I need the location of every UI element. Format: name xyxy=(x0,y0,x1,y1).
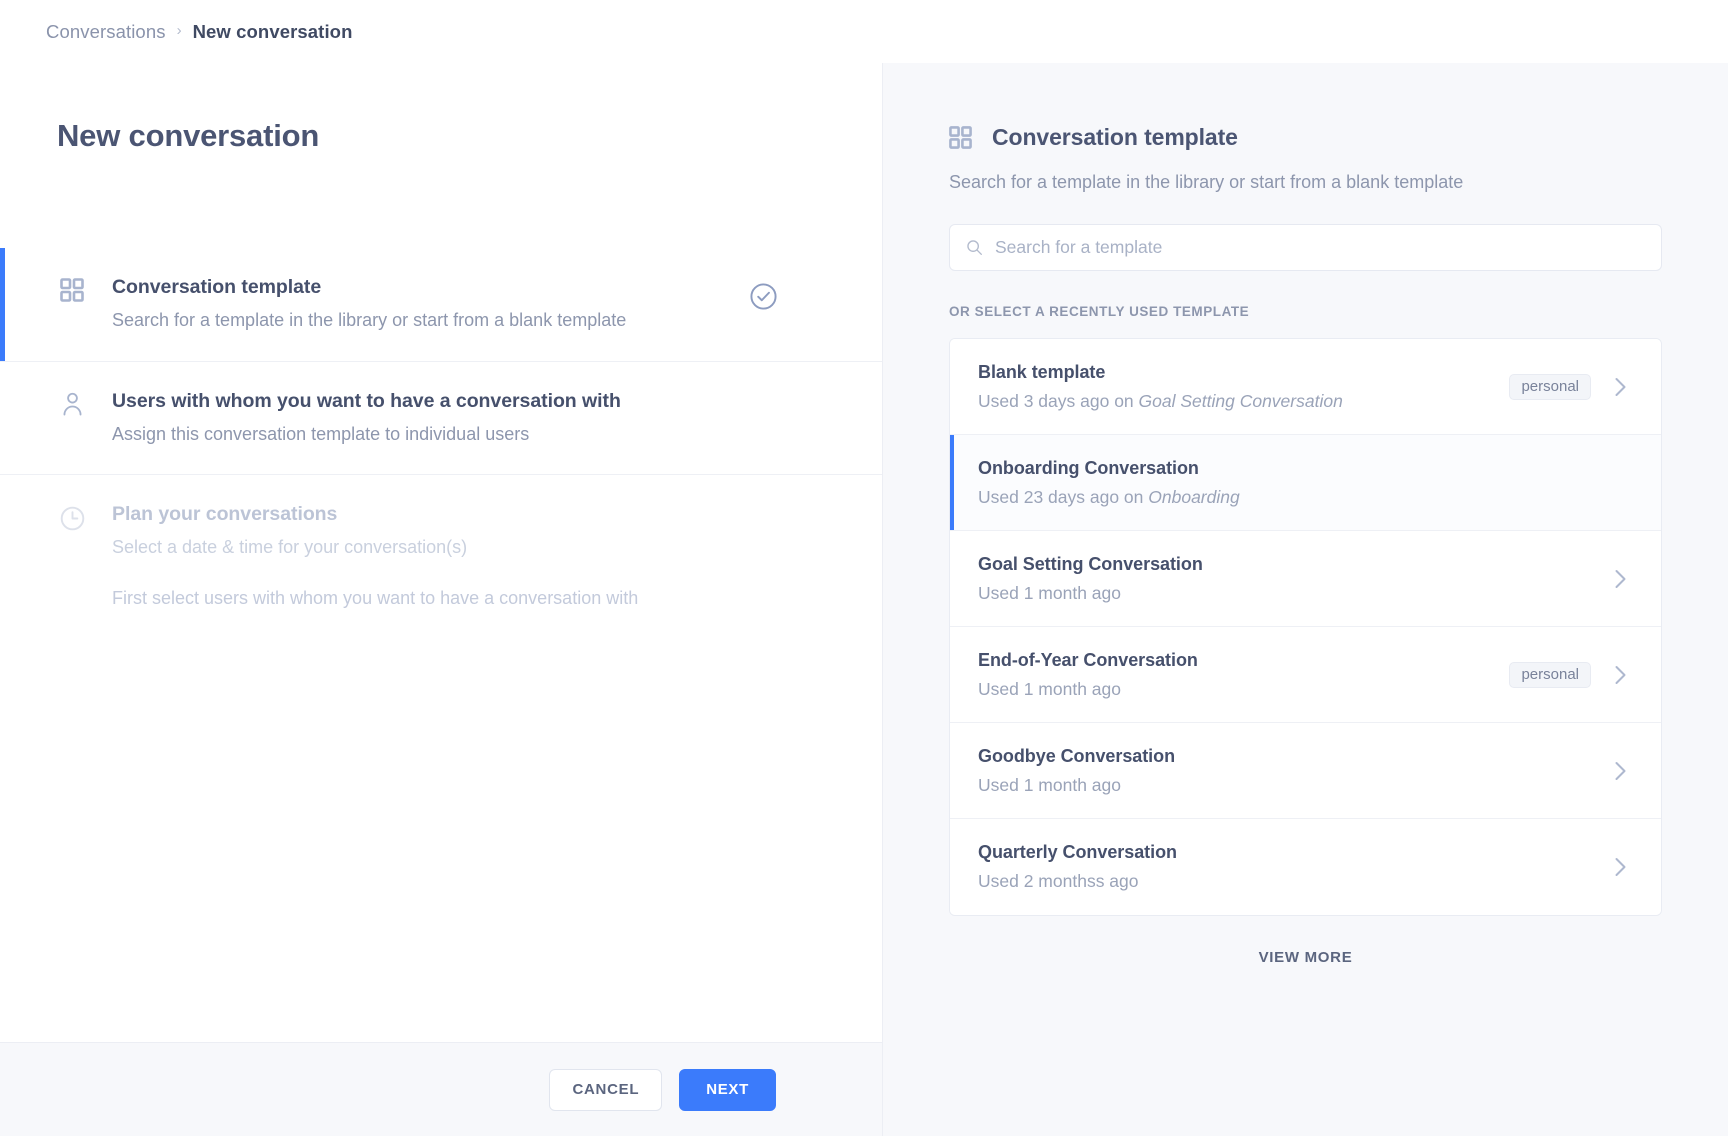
search-icon xyxy=(966,239,983,256)
template-name: Goal Setting Conversation xyxy=(978,554,1613,575)
right-pane-subtitle: Search for a template in the library or … xyxy=(949,170,1662,195)
left-pane: New conversation Conversation template xyxy=(0,63,882,1136)
breadcrumb-conversations-link[interactable]: Conversations xyxy=(46,21,166,43)
list-item-main: Quarterly Conversation Used 2 monthss ag… xyxy=(978,842,1613,892)
search-input[interactable] xyxy=(995,237,1645,258)
template-meta-emphasis: Goal Setting Conversation xyxy=(1139,391,1343,411)
list-item[interactable]: Goal Setting Conversation Used 1 month a… xyxy=(950,531,1661,627)
status-badge: personal xyxy=(1509,662,1591,688)
cancel-button[interactable]: CANCEL xyxy=(549,1069,662,1111)
list-item-right xyxy=(1613,761,1627,781)
step-subtitle: Select a date & time for your conversati… xyxy=(112,535,638,560)
wizard-footer: CANCEL NEXT xyxy=(0,1043,882,1136)
list-item[interactable]: Goodbye Conversation Used 1 month ago xyxy=(950,723,1661,819)
grid-icon xyxy=(57,278,87,302)
status-badge: personal xyxy=(1509,374,1591,400)
right-pane-title: Conversation template xyxy=(992,124,1238,151)
template-meta: Used 1 month ago xyxy=(978,679,1509,700)
template-meta-emphasis: Onboarding xyxy=(1148,487,1239,507)
chevron-right-icon[interactable] xyxy=(1613,569,1627,589)
view-more-button[interactable]: VIEW MORE xyxy=(949,949,1662,966)
template-meta: Used 1 month ago xyxy=(978,775,1613,796)
step-title: Users with whom you want to have a conve… xyxy=(112,388,621,414)
page-title: New conversation xyxy=(57,118,319,154)
wizard-card: New conversation Conversation template xyxy=(0,63,882,1043)
template-meta-prefix: Used 23 days ago on xyxy=(978,487,1148,507)
list-item-main: Goal Setting Conversation Used 1 month a… xyxy=(978,554,1613,604)
list-item-right xyxy=(1613,569,1627,589)
breadcrumb: Conversations › New conversation xyxy=(0,0,1728,63)
list-item[interactable]: End-of-Year Conversation Used 1 month ag… xyxy=(950,627,1661,723)
list-item-right: personal xyxy=(1509,374,1627,400)
list-item[interactable]: Onboarding Conversation Used 23 days ago… xyxy=(950,435,1661,531)
chevron-right-icon[interactable] xyxy=(1613,761,1627,781)
chevron-right-icon[interactable] xyxy=(1613,377,1627,397)
step-hint: First select users with whom you want to… xyxy=(112,586,638,611)
template-name: End-of-Year Conversation xyxy=(978,650,1509,671)
step-subtitle: Assign this conversation template to ind… xyxy=(112,422,621,447)
step-subtitle: Search for a template in the library or … xyxy=(112,308,626,333)
template-meta: Used 1 month ago xyxy=(978,583,1613,604)
check-circle-icon xyxy=(749,282,778,316)
step-text: Users with whom you want to have a conve… xyxy=(112,388,621,448)
step-conversation-template[interactable]: Conversation template Search for a templ… xyxy=(0,248,882,362)
list-item-main: Onboarding Conversation Used 23 days ago… xyxy=(978,458,1627,508)
list-item-main: Goodbye Conversation Used 1 month ago xyxy=(978,746,1613,796)
template-name: Blank template xyxy=(978,362,1509,383)
list-item[interactable]: Blank template Used 3 days ago on Goal S… xyxy=(950,339,1661,435)
breadcrumb-current: New conversation xyxy=(193,21,353,43)
list-item-main: End-of-Year Conversation Used 1 month ag… xyxy=(978,650,1509,700)
chevron-right-icon[interactable] xyxy=(1613,857,1627,877)
grid-icon xyxy=(949,126,972,149)
step-text: Conversation template Search for a templ… xyxy=(112,274,626,334)
new-conversation-screen: Conversations › New conversation New con… xyxy=(0,0,1728,1136)
right-pane: Conversation template Search for a templ… xyxy=(882,63,1728,1136)
wizard-steps: Conversation template Search for a templ… xyxy=(0,248,882,638)
template-name: Quarterly Conversation xyxy=(978,842,1613,863)
step-plan-conversations: Plan your conversations Select a date & … xyxy=(0,475,882,638)
step-title: Plan your conversations xyxy=(112,501,638,527)
user-icon xyxy=(57,392,87,417)
step-users[interactable]: Users with whom you want to have a conve… xyxy=(0,362,882,476)
list-item-main: Blank template Used 3 days ago on Goal S… xyxy=(978,362,1509,412)
list-item-right xyxy=(1613,857,1627,877)
list-item-right: personal xyxy=(1509,662,1627,688)
template-meta-prefix: Used 3 days ago on xyxy=(978,391,1139,411)
list-item[interactable]: Quarterly Conversation Used 2 monthss ag… xyxy=(950,819,1661,915)
next-button[interactable]: NEXT xyxy=(679,1069,776,1111)
clock-icon xyxy=(57,505,87,532)
template-name: Onboarding Conversation xyxy=(978,458,1627,479)
template-name: Goodbye Conversation xyxy=(978,746,1613,767)
template-search-box[interactable] xyxy=(949,224,1662,271)
template-meta: Used 3 days ago on Goal Setting Conversa… xyxy=(978,391,1509,412)
right-pane-header: Conversation template xyxy=(949,63,1662,151)
breadcrumb-separator-icon: › xyxy=(177,23,182,38)
template-meta: Used 23 days ago on Onboarding xyxy=(978,487,1627,508)
template-meta: Used 2 monthss ago xyxy=(978,871,1613,892)
chevron-right-icon[interactable] xyxy=(1613,665,1627,685)
step-text: Plan your conversations Select a date & … xyxy=(112,501,638,611)
template-list: Blank template Used 3 days ago on Goal S… xyxy=(949,338,1662,916)
step-title: Conversation template xyxy=(112,274,626,300)
recently-used-label: OR SELECT A RECENTLY USED TEMPLATE xyxy=(949,304,1662,319)
